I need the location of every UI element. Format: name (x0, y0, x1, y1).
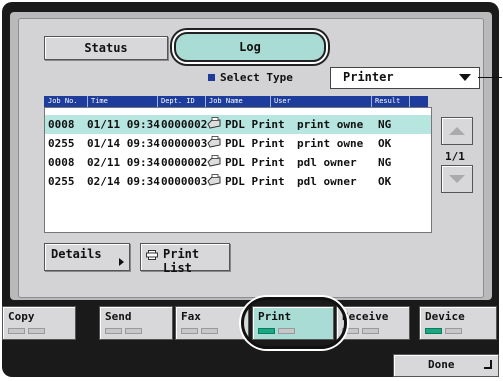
chevron-down-icon (459, 74, 471, 81)
print-list-button[interactable]: Print List (140, 243, 230, 275)
status-leds (105, 328, 142, 334)
cell-job-name: PDL Print (225, 137, 285, 150)
cell-time: 01/11 09:34 (87, 118, 160, 131)
printer-job-icon (207, 174, 221, 186)
cell-result: OK (378, 175, 392, 188)
table-header: Job No. Time Dept. ID Job Name User Resu… (44, 96, 428, 107)
select-type-label: Select Type (208, 71, 293, 84)
cell-job-name: PDL Print (225, 175, 285, 188)
cell-dept-id: 0000003 (161, 137, 208, 150)
status-leds (425, 328, 462, 334)
cell-dept-id: 0000002 (161, 156, 208, 169)
status-tab-button[interactable]: Status (44, 36, 168, 60)
page-indicator: 1/1 (445, 150, 465, 163)
job-type-value: Printer (343, 70, 394, 84)
col-job-no: Job No. (48, 97, 78, 105)
cell-user: print owne (297, 137, 364, 150)
col-user: User (274, 97, 291, 105)
status-leds (342, 328, 379, 334)
col-result: Result (375, 97, 401, 105)
scroll-down-button[interactable] (441, 165, 473, 193)
log-tab-label: Log (239, 40, 261, 54)
printer-job-icon (207, 136, 221, 148)
cell-job-no: 0255 (48, 137, 75, 150)
cell-user: pdl owner (297, 156, 357, 169)
table-row[interactable]: 0008 01/11 09:34 0000002 PDL Print print… (45, 115, 431, 134)
callout-leader-line (478, 77, 502, 78)
job-type-dropdown[interactable]: Printer (330, 67, 480, 89)
cell-result: NG (378, 156, 392, 169)
col-dept-id: Dept. ID (161, 97, 195, 105)
arrow-up-icon (449, 127, 465, 135)
col-job-name: Job Name (209, 97, 243, 105)
fax-tab-label: Fax (181, 310, 201, 323)
scroll-up-button[interactable] (441, 117, 473, 145)
cell-time: 02/14 09:34 (87, 175, 160, 188)
status-tab-label: Status (84, 41, 128, 55)
cell-user: print owne (297, 118, 364, 131)
cell-time: 02/11 09:34 (87, 156, 160, 169)
device-tab[interactable]: Device (419, 306, 497, 340)
details-button[interactable]: Details (44, 243, 130, 271)
done-label: Done (428, 358, 455, 371)
device-tab-label: Device (425, 310, 465, 323)
cell-job-name: PDL Print (225, 118, 285, 131)
details-label: Details (51, 247, 102, 261)
cell-job-no: 0008 (48, 118, 75, 131)
copy-tab-label: Copy (8, 310, 35, 323)
cell-time: 01/14 09:34 (87, 137, 160, 150)
arrow-down-icon (449, 175, 465, 183)
job-log-table: 0008 01/11 09:34 0000002 PDL Print print… (44, 107, 432, 233)
send-tab-label: Send (105, 310, 132, 323)
select-type-text: Select Type (220, 71, 293, 84)
chevron-right-icon (119, 258, 124, 266)
table-row[interactable]: 0255 02/14 09:34 0000003 PDL Print pdl o… (45, 172, 431, 191)
printer-icon (146, 250, 158, 260)
select-type-marker-icon (208, 74, 215, 81)
copy-tab[interactable]: Copy (2, 306, 76, 340)
status-leds (8, 328, 45, 334)
cell-dept-id: 0000002 (161, 118, 208, 131)
print-list-label: Print List (163, 247, 200, 275)
done-button[interactable]: Done (393, 354, 499, 377)
col-time: Time (91, 97, 108, 105)
cell-job-no: 0255 (48, 175, 75, 188)
log-tab-button[interactable]: Log (174, 32, 326, 62)
printer-job-icon (207, 155, 221, 167)
fax-tab[interactable]: Fax (175, 306, 249, 340)
cell-job-name: PDL Print (225, 156, 285, 169)
cell-result: OK (378, 137, 392, 150)
cell-result: NG (378, 118, 392, 131)
print-tab-highlight-ring (241, 297, 347, 349)
receive-tab[interactable]: Receive (336, 306, 410, 340)
cell-dept-id: 0000003 (161, 175, 208, 188)
cell-job-no: 0008 (48, 156, 75, 169)
table-row[interactable]: 0255 01/14 09:34 0000003 PDL Print print… (45, 134, 431, 153)
status-leds (181, 328, 218, 334)
table-row[interactable]: 0008 02/11 09:34 0000002 PDL Print pdl o… (45, 153, 431, 172)
printer-control-panel: Status Log Select Type Printer Job No. T… (0, 0, 503, 381)
receive-tab-label: Receive (342, 310, 389, 323)
printer-job-icon (207, 117, 221, 129)
cell-user: pdl owner (297, 175, 357, 188)
send-tab[interactable]: Send (99, 306, 173, 340)
return-icon (484, 360, 492, 369)
